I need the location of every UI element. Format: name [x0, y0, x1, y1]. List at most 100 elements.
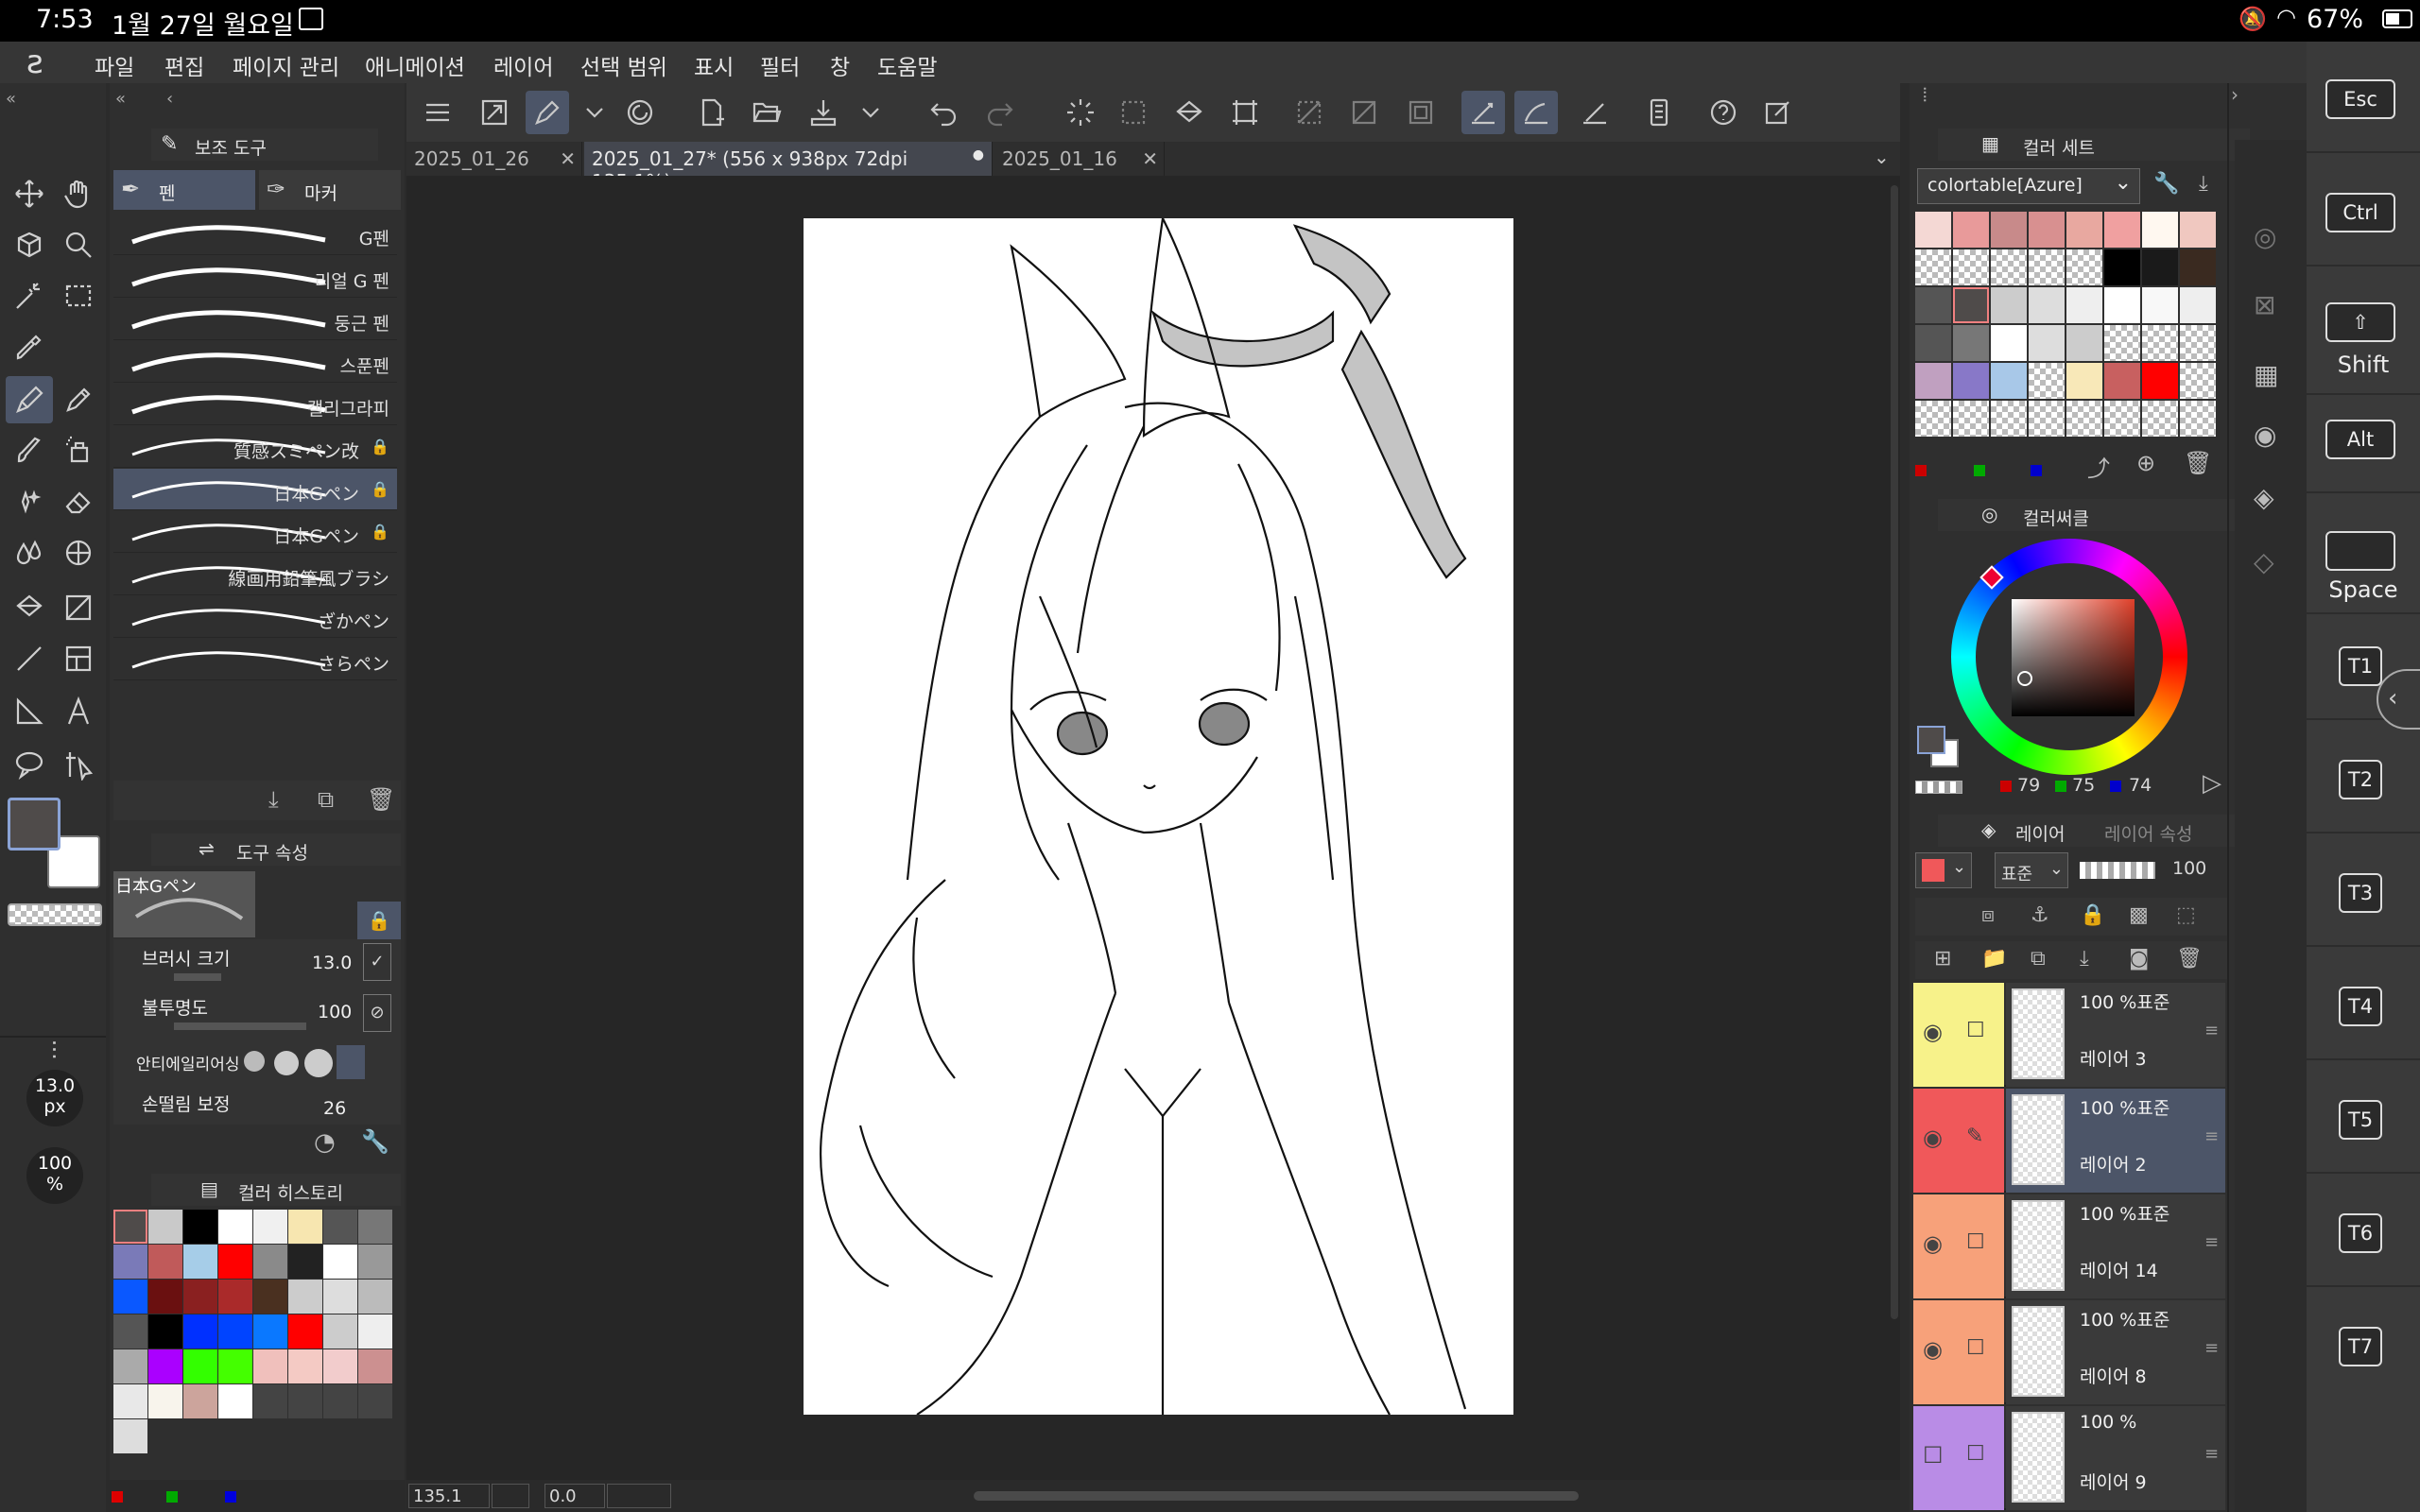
- history-color-swatch[interactable]: [323, 1280, 357, 1314]
- history-color-swatch[interactable]: [288, 1314, 322, 1349]
- export-icon[interactable]: [802, 91, 845, 134]
- vertical-scrollbar[interactable]: [1891, 185, 1898, 1319]
- color-set-swatch[interactable]: [1991, 212, 2027, 248]
- history-color-swatch[interactable]: [358, 1210, 392, 1244]
- history-color-swatch[interactable]: [323, 1349, 357, 1383]
- color-set-swatch[interactable]: [2142, 363, 2178, 399]
- history-color-swatch[interactable]: [323, 1245, 357, 1279]
- shift-key[interactable]: ⇧: [2325, 302, 2395, 342]
- drag-handle-icon[interactable]: ≡: [2204, 1126, 2219, 1146]
- alt-key[interactable]: Alt: [2325, 420, 2395, 459]
- layer-property-icon[interactable]: ◇: [2254, 546, 2274, 577]
- brush-size-panel-icon[interactable]: ⫶: [51, 1038, 58, 1067]
- color-set-swatch[interactable]: [2180, 401, 2216, 437]
- new-file-icon[interactable]: [690, 91, 734, 134]
- menu-page[interactable]: 페이지 관리: [233, 49, 339, 81]
- app-logo-icon[interactable]: ƨ: [26, 43, 43, 81]
- brush-item[interactable]: 캘리그라피: [113, 384, 397, 425]
- copy-layer-icon[interactable]: ⧉: [2031, 947, 2046, 971]
- history-color-swatch[interactable]: [113, 1314, 147, 1349]
- esc-key[interactable]: Esc: [2325, 79, 2395, 119]
- history-color-swatch[interactable]: [358, 1384, 392, 1418]
- t2-key[interactable]: T2: [2339, 760, 2382, 799]
- blend-tool-icon[interactable]: [6, 529, 53, 576]
- color-set-swatch[interactable]: [1953, 249, 1989, 285]
- history-color-swatch[interactable]: [323, 1314, 357, 1349]
- edit-checkbox-icon[interactable]: ☐: [1966, 1442, 1985, 1466]
- brush-item[interactable]: ざかペン: [113, 596, 397, 638]
- color-set-swatch[interactable]: [2180, 325, 2216, 361]
- t4-key[interactable]: T4: [2339, 987, 2382, 1026]
- saturation-value-square[interactable]: [2012, 599, 2135, 716]
- layer-row[interactable]: ◉ ✎ 100 %표준 레이어 2 ≡: [1913, 1089, 2225, 1193]
- ruler-tool-icon[interactable]: [6, 688, 53, 735]
- grip-icon[interactable]: ⦙: [1923, 83, 1927, 106]
- color-set-swatch[interactable]: [2066, 325, 2102, 361]
- history-color-swatch[interactable]: [288, 1210, 322, 1244]
- drag-handle-icon[interactable]: ≡: [2204, 1021, 2219, 1040]
- brush-size-indicator[interactable]: 13.0 px: [26, 1070, 83, 1126]
- opacity-slider[interactable]: [174, 1022, 306, 1030]
- fill-command-icon[interactable]: [1168, 91, 1212, 134]
- layer-opacity-slider[interactable]: [2080, 862, 2155, 879]
- layer-tab[interactable]: 레이어: [2015, 820, 2065, 846]
- history-color-swatch[interactable]: [113, 1210, 147, 1244]
- collapse-keys-icon[interactable]: ‹: [2377, 669, 2420, 730]
- gradient-tool-icon[interactable]: [55, 584, 102, 631]
- collapse-left-icon[interactable]: «: [6, 89, 16, 109]
- history-color-swatch[interactable]: [288, 1245, 322, 1279]
- color-set-swatch[interactable]: [1953, 287, 1989, 323]
- tabs-chevron-down-icon[interactable]: ⌄: [1874, 146, 1890, 168]
- menu-window[interactable]: 창: [830, 49, 850, 81]
- move-tool-icon[interactable]: [6, 170, 53, 217]
- history-color-swatch[interactable]: [323, 1384, 357, 1418]
- menu-layer[interactable]: 레이어: [493, 49, 553, 81]
- device-icon[interactable]: [1637, 91, 1681, 134]
- menu-animation[interactable]: 애니메이션: [365, 49, 465, 81]
- antialias-none[interactable]: [244, 1051, 265, 1072]
- t1-key[interactable]: T1: [2339, 646, 2382, 686]
- layer-panel-icon[interactable]: ◈: [2254, 482, 2274, 513]
- mask-icon[interactable]: ⬚: [2176, 903, 2196, 927]
- color-set-swatch[interactable]: [2142, 212, 2178, 248]
- selection-tool-icon[interactable]: [55, 272, 102, 319]
- color-set-swatch[interactable]: [1915, 212, 1951, 248]
- loading-icon[interactable]: [1059, 91, 1102, 134]
- menu-help[interactable]: 도움말: [877, 49, 937, 81]
- history-color-swatch[interactable]: [218, 1245, 252, 1279]
- t7-key[interactable]: T7: [2339, 1327, 2382, 1366]
- wrench-icon[interactable]: 🔧: [2153, 172, 2179, 196]
- lock-icon[interactable]: 🔒: [357, 902, 401, 939]
- text-tool-icon[interactable]: [55, 688, 102, 735]
- drag-handle-icon[interactable]: ≡: [2204, 1444, 2219, 1464]
- brush-opacity-indicator[interactable]: 100%: [26, 1147, 83, 1204]
- history-color-swatch[interactable]: [148, 1384, 182, 1418]
- rotation-value[interactable]: 0.0: [544, 1484, 605, 1508]
- history-color-swatch[interactable]: [253, 1245, 287, 1279]
- t3-key[interactable]: T3: [2339, 873, 2382, 913]
- group-tab-pen[interactable]: ✒ 펜: [113, 170, 255, 210]
- settings-dial-icon[interactable]: ◔: [314, 1128, 336, 1157]
- color-set-swatch[interactable]: [1915, 363, 1951, 399]
- layer-color-select[interactable]: ⌄: [1915, 852, 1972, 888]
- brush-item[interactable]: 質感スミペン改 🔒: [113, 426, 397, 468]
- history-color-swatch[interactable]: [148, 1314, 182, 1349]
- canvas-paper[interactable]: [804, 215, 1513, 1416]
- pen-tool-icon[interactable]: [6, 376, 53, 423]
- add-color-icon[interactable]: ⊕: [2136, 450, 2155, 476]
- history-color-swatch[interactable]: [253, 1314, 287, 1349]
- opacity-value[interactable]: 100: [318, 1002, 352, 1022]
- color-set-swatch[interactable]: [1915, 287, 1951, 323]
- reference-icon[interactable]: ⚓: [2031, 903, 2049, 927]
- export-dropdown-icon[interactable]: [849, 91, 892, 134]
- history-color-swatch[interactable]: [358, 1314, 392, 1349]
- deselect-icon[interactable]: [1288, 91, 1331, 134]
- tab-2025-01-26[interactable]: 2025_01_26 ✕: [406, 142, 582, 176]
- color-set-swatch[interactable]: [2180, 249, 2216, 285]
- color-set-swatch[interactable]: [2180, 287, 2216, 323]
- undo-icon[interactable]: [923, 91, 966, 134]
- duplicate-icon[interactable]: ⧉: [318, 786, 334, 813]
- subview-icon[interactable]: ⊠: [2254, 289, 2275, 320]
- layer-opacity-value[interactable]: 100: [2172, 858, 2206, 879]
- invert-selection-icon[interactable]: [1342, 91, 1386, 134]
